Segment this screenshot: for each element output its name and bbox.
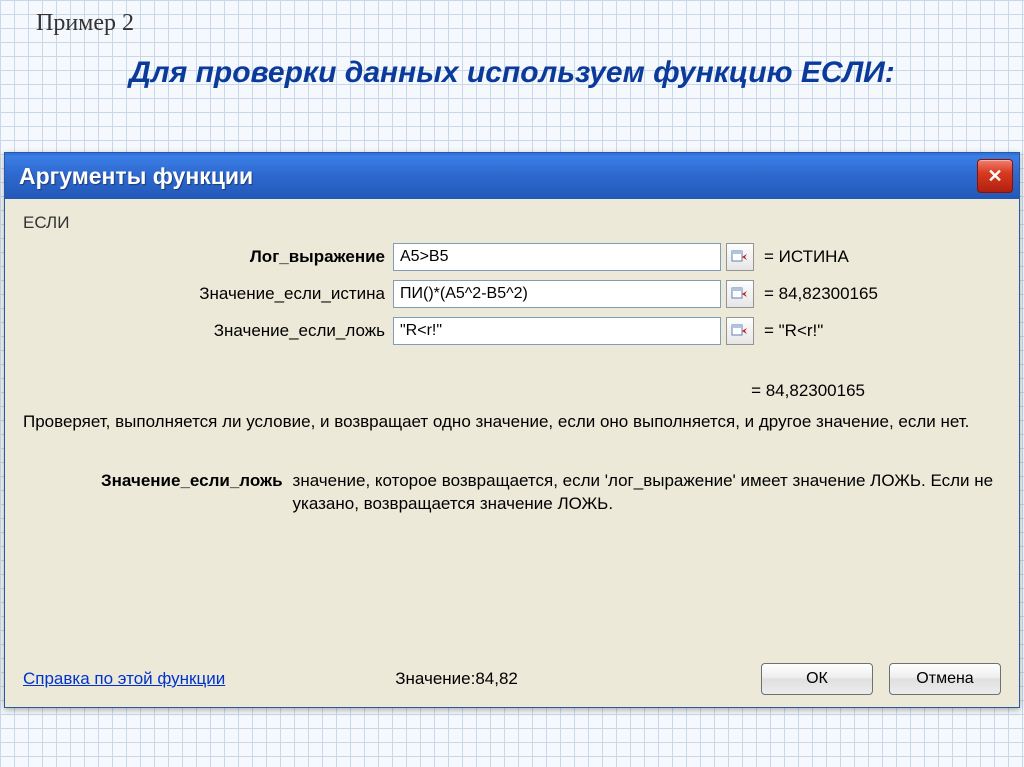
range-picker-icon	[731, 286, 749, 302]
close-button[interactable]: ✕	[977, 159, 1013, 193]
titlebar: Аргументы функции ✕	[5, 153, 1019, 199]
function-name-label: ЕСЛИ	[23, 213, 1001, 233]
arg-label: Значение_если_ложь	[23, 321, 393, 341]
window-title: Аргументы функции	[19, 163, 977, 190]
arg-result: = ИСТИНА	[764, 247, 849, 267]
collapse-dialog-button[interactable]	[726, 243, 754, 271]
arg-label: Лог_выражение	[23, 247, 393, 267]
slide-title: Для проверки данных используем функцию Е…	[60, 56, 964, 90]
arg-input-value-if-true[interactable]	[393, 280, 721, 308]
parameter-description: Значение_если_ложь значение, которое воз…	[101, 470, 1001, 516]
arg-row-logical-test: Лог_выражение = ИСТИНА	[23, 243, 1001, 271]
close-icon: ✕	[987, 166, 1002, 187]
arguments-area: Лог_выражение = ИСТИНА Значение_если_ист…	[23, 243, 1001, 345]
param-desc-name: Значение_если_ложь	[101, 470, 293, 516]
range-picker-icon	[731, 249, 749, 265]
slide-example-label: Пример 2	[36, 10, 134, 37]
arg-row-value-if-true: Значение_если_истина = 84,82300165	[23, 280, 1001, 308]
arg-input-value-if-false[interactable]	[393, 317, 721, 345]
overall-result: = 84,82300165	[23, 381, 1001, 401]
help-link[interactable]: Справка по этой функции	[23, 669, 225, 689]
dialog-footer: Справка по этой функции Значение:84,82 О…	[23, 653, 1001, 695]
dialog-content: ЕСЛИ Лог_выражение = ИСТИНА Значение_есл…	[5, 199, 1019, 707]
cancel-button[interactable]: Отмена	[889, 663, 1001, 695]
collapse-dialog-button[interactable]	[726, 280, 754, 308]
param-desc-text: значение, которое возвращается, если 'ло…	[293, 470, 1001, 516]
arg-input-logical-test[interactable]	[393, 243, 721, 271]
arg-label: Значение_если_истина	[23, 284, 393, 304]
function-arguments-dialog: Аргументы функции ✕ ЕСЛИ Лог_выражение =…	[4, 152, 1020, 708]
ok-button[interactable]: ОК	[761, 663, 873, 695]
range-picker-icon	[731, 323, 749, 339]
arg-result: = 84,82300165	[764, 284, 878, 304]
collapse-dialog-button[interactable]	[726, 317, 754, 345]
arg-result: = "R<r!"	[764, 321, 823, 341]
function-description: Проверяет, выполняется ли условие, и воз…	[23, 411, 1001, 434]
result-label: Значение:84,82	[395, 669, 518, 689]
arg-row-value-if-false: Значение_если_ложь = "R<r!"	[23, 317, 1001, 345]
